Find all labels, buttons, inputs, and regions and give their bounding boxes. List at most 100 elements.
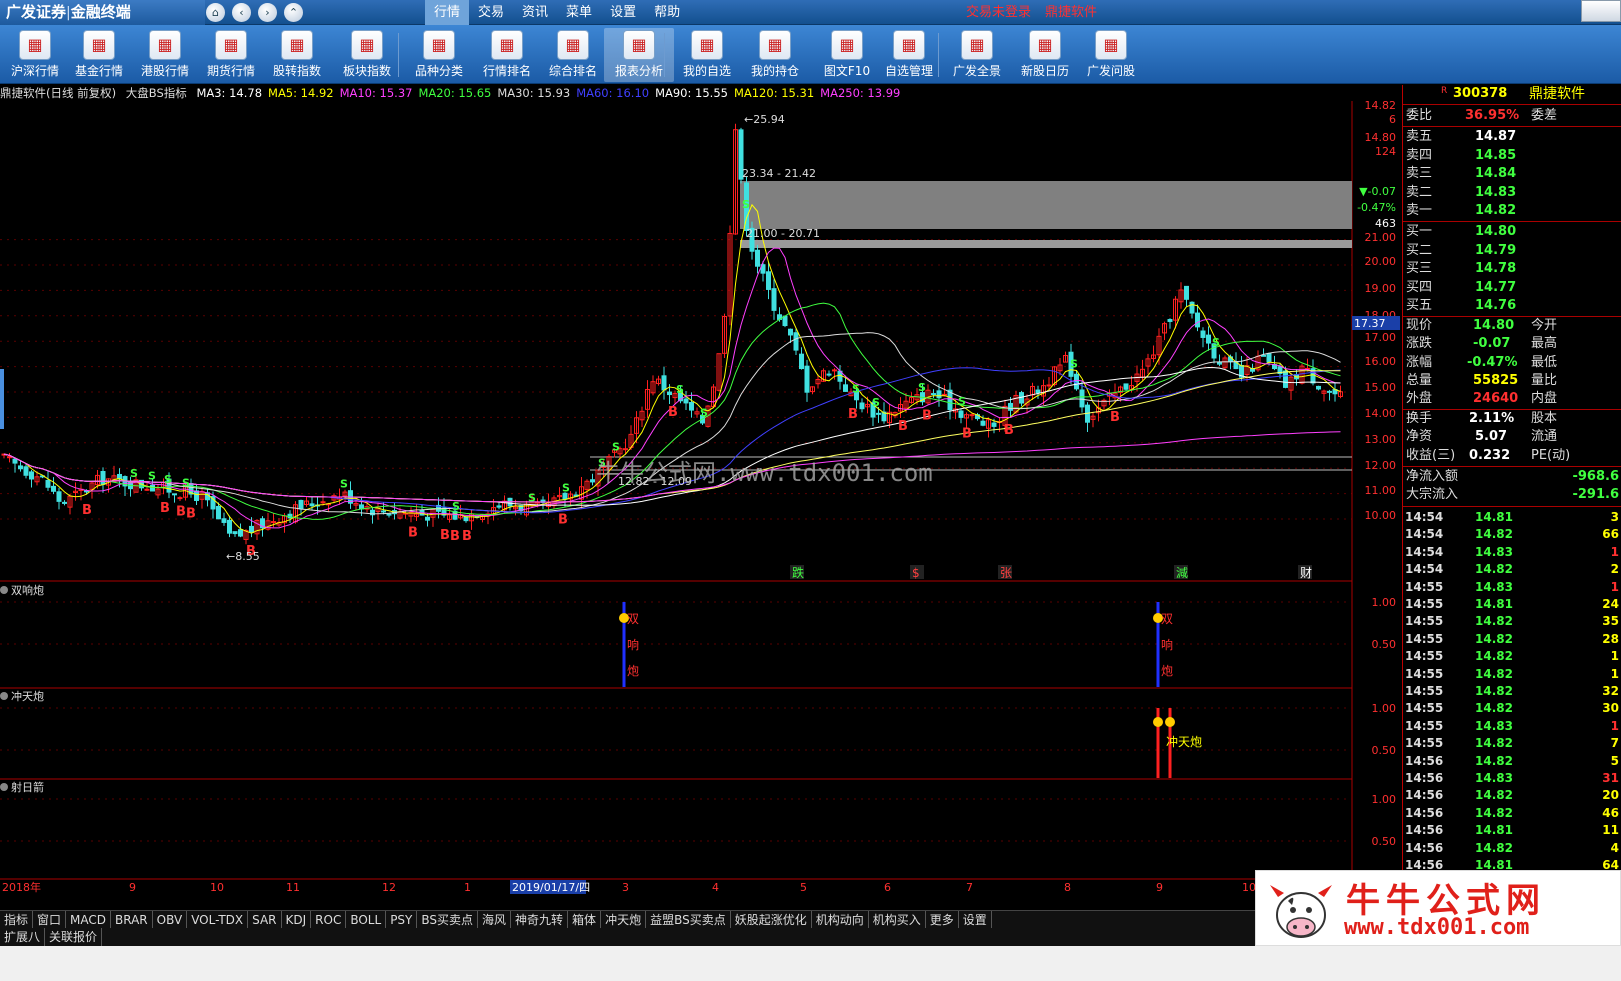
sell-price: 14.83 bbox=[1475, 184, 1517, 200]
sky-cannon-label: 冲天炮 bbox=[1166, 734, 1202, 749]
toolbar-button-16[interactable]: ▦ 广发问股 bbox=[1076, 28, 1146, 82]
indicator-tab-3[interactable]: BRAR bbox=[111, 911, 153, 928]
event-marker[interactable]: 減 bbox=[1174, 565, 1188, 580]
toolbar-button-12[interactable]: ▦ 图文F10 bbox=[812, 28, 882, 82]
indicator-tab-21[interactable]: 设置 bbox=[959, 911, 992, 928]
extension-tab-0[interactable]: 扩展八 bbox=[0, 928, 46, 946]
candle-body bbox=[298, 499, 304, 510]
candle-body bbox=[271, 521, 276, 524]
price-axis-label: 17.00 bbox=[1365, 331, 1397, 344]
indicator-tab-2[interactable]: MACD bbox=[66, 911, 112, 928]
ma-value-1: MA5: 14.92 bbox=[268, 86, 334, 100]
flow-row-1: 大宗流入 -291.6 bbox=[1403, 486, 1621, 504]
window-minimize-button[interactable] bbox=[1581, 0, 1621, 22]
indicator-name[interactable]: 大盘BS指标 bbox=[126, 86, 187, 100]
home-icon[interactable]: ⌂ bbox=[206, 3, 225, 22]
indicator-tab-4[interactable]: OBV bbox=[153, 911, 188, 928]
flow-row-0: 净流入额 -968.6 bbox=[1403, 468, 1621, 486]
collapse-icon[interactable]: ⌃ bbox=[284, 3, 303, 22]
toolbar-button-0[interactable]: ▦ 沪深行情 bbox=[0, 28, 70, 82]
indicator-tab-11[interactable]: BS买卖点 bbox=[417, 911, 479, 928]
tick-price: 14.82 bbox=[1475, 649, 1513, 664]
toolbar-button-5[interactable]: ▦ 板块指数 bbox=[332, 28, 402, 82]
indicator-tab-1[interactable]: 窗口 bbox=[33, 911, 67, 928]
stat-label: 现价 bbox=[1406, 318, 1433, 333]
indicator-tab-15[interactable]: 冲天炮 bbox=[601, 911, 647, 928]
panel-title: 双响炮 bbox=[11, 584, 44, 597]
indicator-tab-8[interactable]: ROC bbox=[311, 911, 347, 928]
forward-icon[interactable]: › bbox=[258, 3, 277, 22]
event-marker[interactable]: 财 bbox=[1298, 565, 1312, 580]
sell-signal-marker: S bbox=[130, 467, 138, 480]
event-marker[interactable]: 跌 bbox=[790, 565, 804, 580]
sell-label: 卖四 bbox=[1406, 147, 1433, 163]
toolbar-button-7[interactable]: ▦ 行情排名 bbox=[472, 28, 542, 82]
event-marker[interactable]: 张 bbox=[998, 565, 1012, 580]
tick-price: 14.82 bbox=[1475, 788, 1513, 803]
sell-signal-marker: S bbox=[1212, 336, 1220, 349]
kline-chart[interactable]: 14.82614.80124▼-0.07-0.47%46321.0020.001… bbox=[0, 101, 1400, 909]
panel-toggle-icon[interactable] bbox=[0, 783, 8, 791]
tick-row: 14:54 14.82 2 bbox=[1403, 561, 1621, 578]
toolbar-button-4[interactable]: ▦ 股转指数 bbox=[262, 28, 332, 82]
tick-time: 14:56 bbox=[1405, 823, 1444, 838]
toolbar-button-15[interactable]: ▦ 新股日历 bbox=[1010, 28, 1080, 82]
indicator-tab-14[interactable]: 箱体 bbox=[568, 911, 602, 928]
menu-item-2[interactable]: 资讯 bbox=[513, 0, 557, 25]
indicator-tab-16[interactable]: 益盟BS买卖点 bbox=[646, 911, 731, 928]
menu-item-3[interactable]: 菜单 bbox=[557, 0, 601, 25]
toolbar-button-11[interactable]: ▦ 我的持仓 bbox=[740, 28, 810, 82]
left-scroll-handle[interactable] bbox=[0, 369, 4, 429]
fund-value: 5.07 bbox=[1475, 429, 1508, 445]
menu-item-0[interactable]: 行情 bbox=[425, 0, 470, 25]
panel-axis-label: 0.50 bbox=[1372, 638, 1397, 651]
toolbar-label: 新股日历 bbox=[1020, 64, 1069, 78]
date-axis-label: 9 bbox=[1156, 881, 1163, 894]
tick-row: 14:55 14.82 7 bbox=[1403, 735, 1621, 752]
toolbar-button-13[interactable]: ▦ 自选管理 bbox=[874, 28, 944, 82]
toolbar-button-6[interactable]: ▦ 品种分类 bbox=[404, 28, 474, 82]
indicator-tab-12[interactable]: 海风 bbox=[478, 911, 512, 928]
indicator-tab-19[interactable]: 机构买入 bbox=[869, 911, 926, 928]
menu-item-4[interactable]: 设置 bbox=[601, 0, 645, 25]
stat-right-label: 最高 bbox=[1531, 336, 1558, 352]
indicator-tab-5[interactable]: VOL-TDX bbox=[187, 911, 249, 928]
indicator-tab-13[interactable]: 神奇九转 bbox=[511, 911, 569, 928]
tick-row: 14:56 14.82 5 bbox=[1403, 753, 1621, 770]
watermark-url: www.tdx001.com bbox=[1344, 915, 1530, 940]
indicator-tab-18[interactable]: 机构动向 bbox=[812, 911, 869, 928]
toolbar-button-8[interactable]: ▦ 综合排名 bbox=[538, 28, 608, 82]
tick-time: 14:55 bbox=[1405, 649, 1444, 664]
trade-login-status[interactable]: 交易未登录 bbox=[966, 5, 1031, 20]
indicator-tab-6[interactable]: SAR bbox=[248, 911, 282, 928]
candle-body bbox=[689, 402, 694, 411]
indicator-tab-10[interactable]: PSY bbox=[386, 911, 418, 928]
svg-text:2019/01/17/四: 2019/01/17/四 bbox=[512, 881, 590, 894]
extension-tab-1[interactable]: 关联报价 bbox=[45, 928, 103, 946]
indicator-tab-7[interactable]: KDJ bbox=[282, 911, 312, 928]
brand-logo: 广发证券|金融终端 bbox=[0, 0, 205, 25]
toolbar-button-14[interactable]: ▦ 广发全景 bbox=[942, 28, 1012, 82]
menu-item-5[interactable]: 帮助 bbox=[645, 0, 689, 25]
sell-signal-marker: S bbox=[1070, 358, 1078, 371]
svg-text:炮: 炮 bbox=[627, 664, 639, 678]
indicator-tab-9[interactable]: BOLL bbox=[346, 911, 387, 928]
ma-value-2: MA10: 15.37 bbox=[339, 86, 413, 100]
panel-toggle-icon[interactable] bbox=[0, 586, 8, 594]
price-axis-label: 21.00 bbox=[1365, 231, 1397, 244]
software-name: 鼎捷软件 bbox=[1045, 5, 1098, 20]
toolbar-button-2[interactable]: ▦ 港股行情 bbox=[130, 28, 200, 82]
back-icon[interactable]: ‹ bbox=[232, 3, 251, 22]
menu-item-1[interactable]: 交易 bbox=[469, 0, 513, 25]
toolbar-button-1[interactable]: ▦ 基金行情 bbox=[64, 28, 134, 82]
panel-toggle-icon[interactable] bbox=[0, 692, 8, 700]
toolbar-button-3[interactable]: ▦ 期货行情 bbox=[196, 28, 266, 82]
indicator-tab-0[interactable]: 指标 bbox=[0, 911, 34, 928]
candle-body bbox=[232, 531, 238, 535]
toolbar-button-10[interactable]: ▦ 我的自选 bbox=[672, 28, 742, 82]
toolbar-label: 股转指数 bbox=[272, 64, 321, 78]
indicator-tab-20[interactable]: 更多 bbox=[926, 911, 959, 928]
buy-label: 买二 bbox=[1406, 242, 1433, 258]
indicator-tab-17[interactable]: 妖股起涨优化 bbox=[731, 911, 812, 928]
event-marker[interactable]: $ bbox=[910, 565, 924, 580]
